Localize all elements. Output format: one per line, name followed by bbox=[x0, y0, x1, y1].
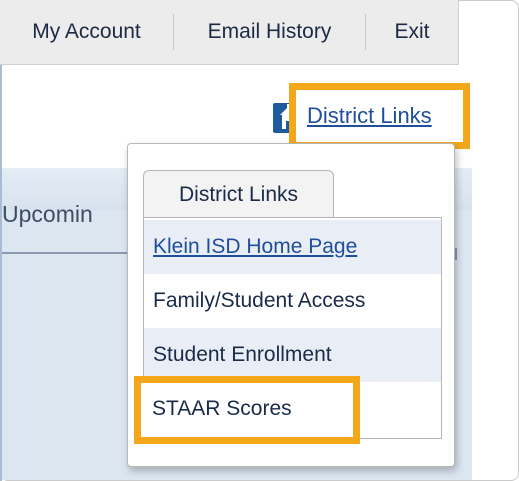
district-links-tab[interactable]: District Links bbox=[143, 170, 334, 218]
link-student-enrollment[interactable]: Student Enrollment bbox=[144, 328, 441, 382]
link-family-student-access[interactable]: Family/Student Access bbox=[144, 274, 441, 328]
upcoming-tab-underline bbox=[2, 252, 128, 254]
email-history-link[interactable]: Email History bbox=[174, 0, 365, 64]
exit-label: Exit bbox=[394, 20, 430, 43]
top-navigation: My Account Email History Exit bbox=[0, 0, 459, 65]
link-klein-isd-home-page[interactable]: Klein ISD Home Page bbox=[144, 220, 441, 274]
district-links-link[interactable]: District Links bbox=[307, 103, 432, 129]
my-account-link[interactable]: My Account bbox=[0, 0, 173, 64]
my-account-label: My Account bbox=[32, 20, 141, 43]
upcoming-tab-label[interactable]: Upcomin bbox=[2, 201, 93, 228]
tab-divider bbox=[455, 248, 457, 260]
exit-link[interactable]: Exit bbox=[366, 0, 458, 64]
link-staar-scores[interactable]: STAAR Scores bbox=[152, 397, 292, 421]
email-history-label: Email History bbox=[207, 20, 332, 43]
